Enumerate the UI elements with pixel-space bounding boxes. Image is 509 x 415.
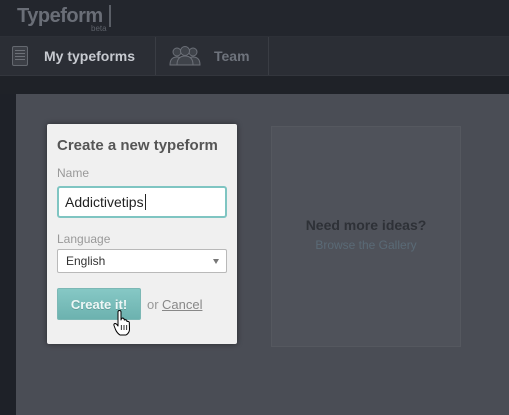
top-bar: Typeform beta xyxy=(0,0,509,37)
team-icon xyxy=(168,46,202,66)
nav-item-team[interactable]: Team xyxy=(168,37,250,75)
more-ideas-title: Need more ideas? xyxy=(305,217,427,233)
name-input-value: Addictivetips xyxy=(65,194,144,210)
nav-item-my-typeforms[interactable]: My typeforms xyxy=(12,37,135,75)
language-selected-value: English xyxy=(66,254,106,268)
cancel-link[interactable]: Cancel xyxy=(162,297,202,312)
language-select[interactable]: English xyxy=(57,249,227,273)
nav-item-label: My typeforms xyxy=(44,48,136,64)
header-shadow-strip xyxy=(0,76,509,94)
typeform-logo[interactable]: Typeform xyxy=(17,5,103,28)
nav-divider xyxy=(268,37,269,75)
nav-bar: My typeforms Team xyxy=(0,37,509,76)
name-label: Name xyxy=(57,166,90,180)
nav-item-label: Team xyxy=(214,48,250,64)
beta-label: beta xyxy=(91,24,107,33)
document-icon xyxy=(12,46,28,66)
name-input[interactable]: Addictivetips xyxy=(57,186,227,218)
or-text: or xyxy=(147,297,159,312)
hand-pointer-icon xyxy=(113,310,130,336)
dialog-title: Create a new typeform xyxy=(57,137,218,154)
browse-gallery-link[interactable]: Browse the Gallery xyxy=(272,238,460,252)
logo-divider xyxy=(109,5,111,27)
nav-divider xyxy=(155,37,156,75)
more-ideas-card[interactable]: Need more ideas? Browse the Gallery xyxy=(271,126,461,347)
dropdown-arrow-icon xyxy=(213,259,219,264)
create-typeform-dialog: Create a new typeform Name Addictivetips… xyxy=(47,124,237,344)
text-caret xyxy=(144,194,146,210)
language-label: Language xyxy=(57,232,111,246)
